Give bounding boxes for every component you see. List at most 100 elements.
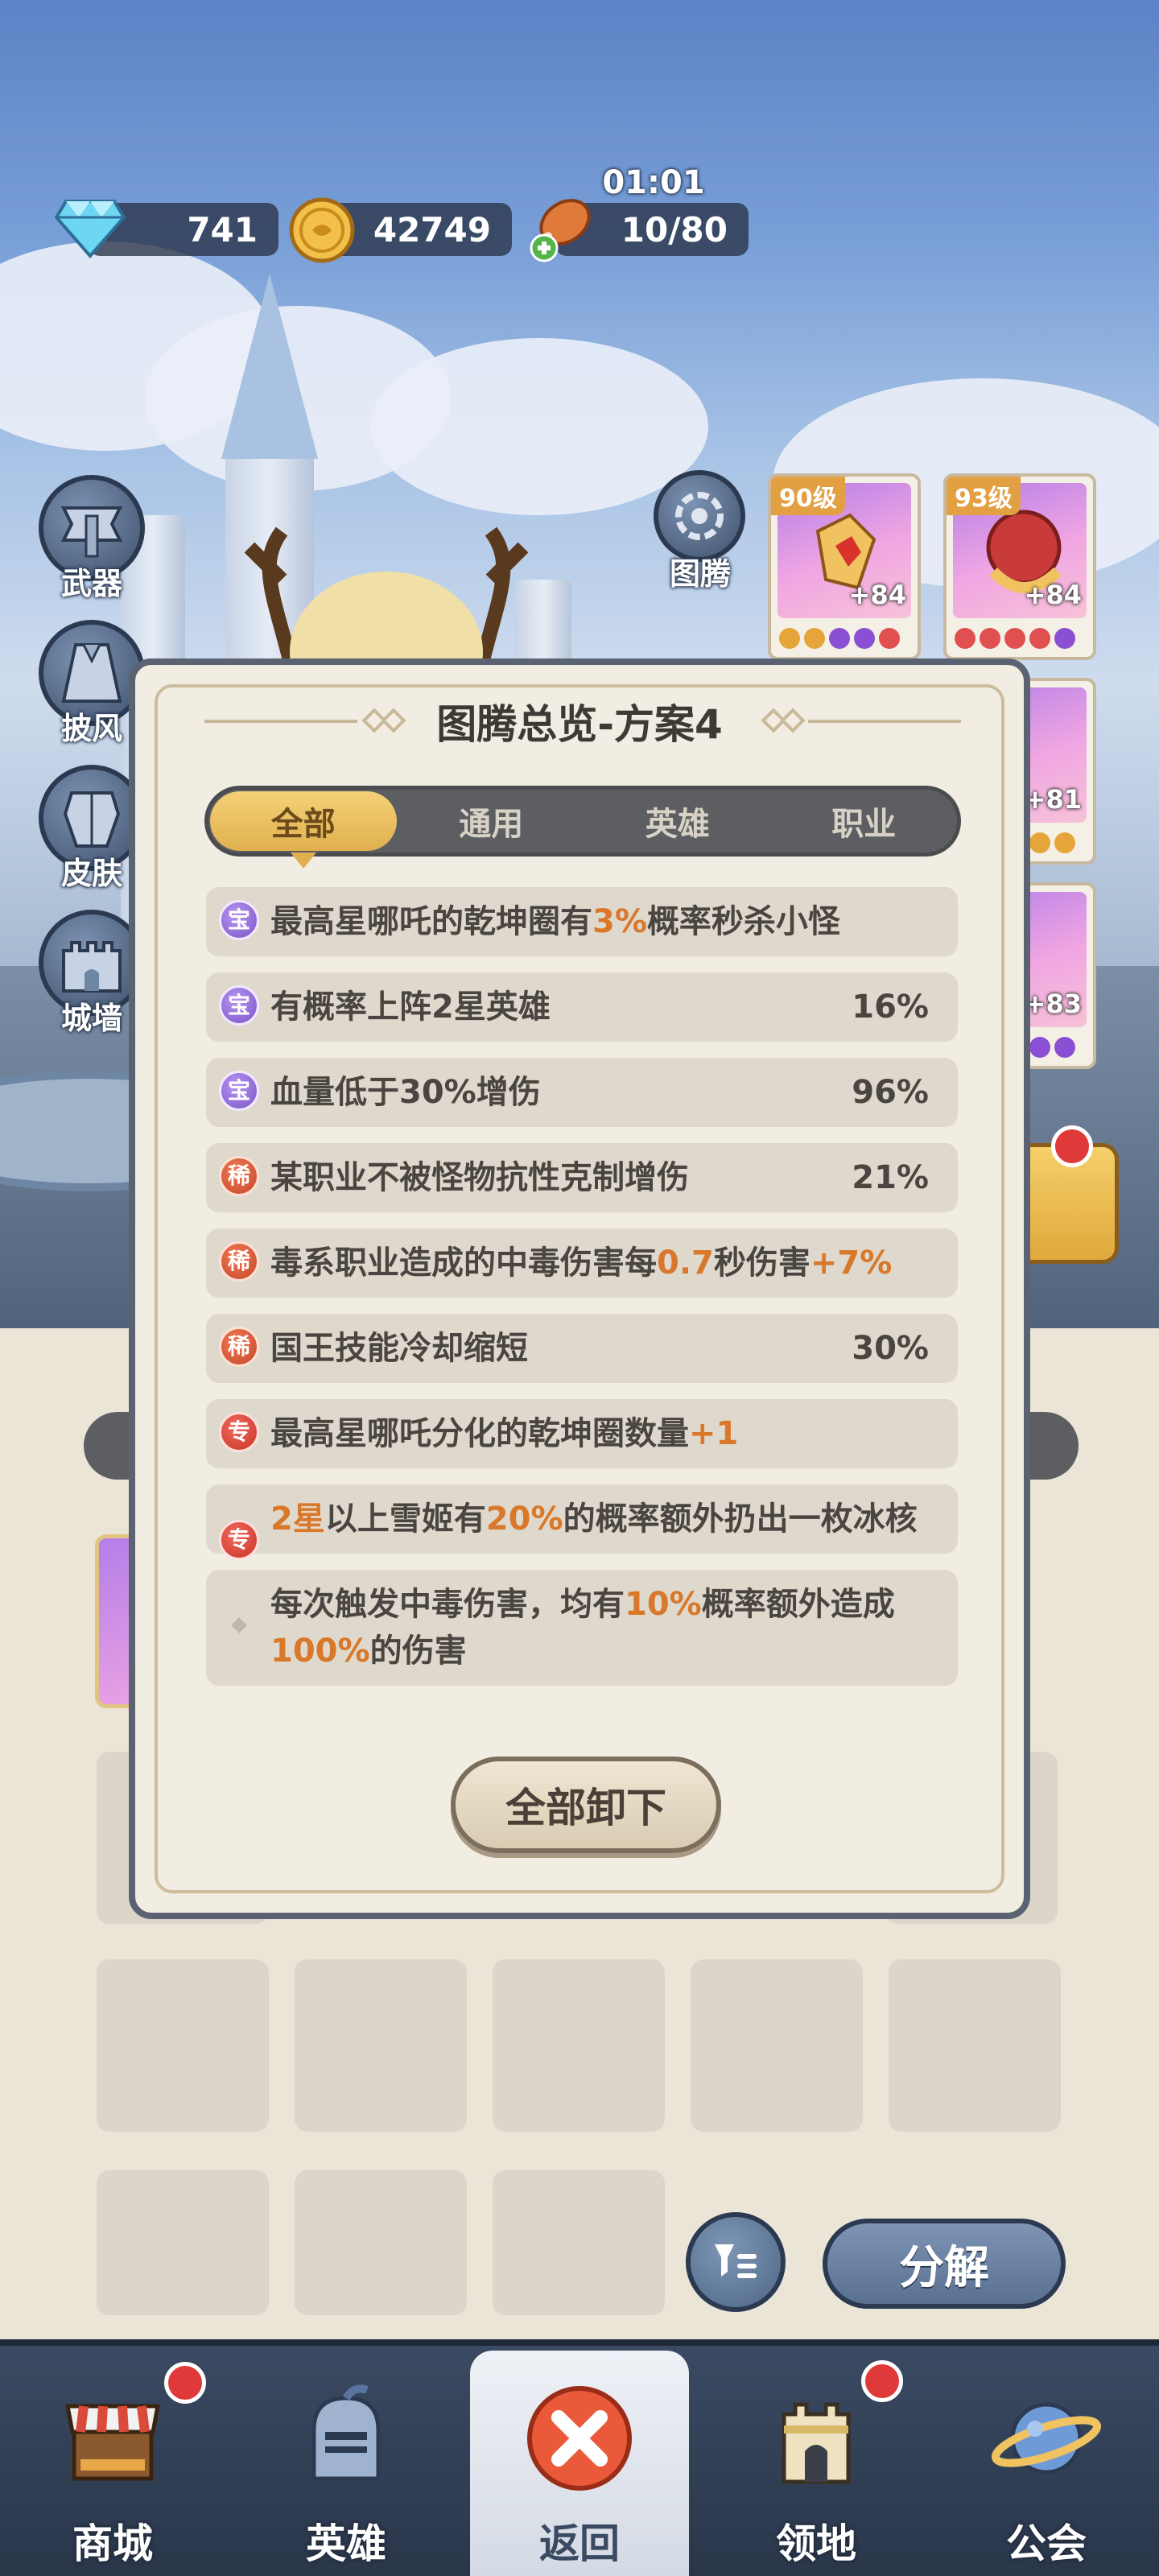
notification-dot — [164, 2362, 206, 2404]
effect-text: 以上雪姬有 — [324, 1501, 486, 1538]
effect-text: 的概率额外扔出一枚冰核 — [563, 1501, 918, 1538]
effect-text: 最高星哪吒分化的乾坤圈数量 — [270, 1415, 689, 1452]
rare-badge-icon: 稀 — [219, 1241, 259, 1282]
effect-text: 概率额外造成 — [701, 1586, 895, 1623]
inventory-slot[interactable] — [97, 2170, 269, 2315]
effect-row: 宝 血量低于30%增伤 96% — [206, 1058, 958, 1127]
effect-value: 21% — [852, 1159, 929, 1196]
totem-level: 90级 — [771, 477, 845, 515]
nav-label: 公会 — [1006, 2520, 1087, 2567]
treasure-badge-icon: 宝 — [219, 1071, 259, 1111]
totem-gear-icon — [654, 470, 745, 562]
filter-button[interactable] — [686, 2212, 786, 2312]
shop-stall-icon — [52, 2378, 173, 2499]
effect-highlight: 0.7 — [657, 1245, 714, 1282]
effect-value: 16% — [852, 989, 929, 1026]
effect-text: 概率秒杀小怪 — [646, 903, 840, 940]
inventory-slot[interactable] — [691, 1959, 863, 2132]
effect-row: 宝 最高星哪吒的乾坤圈有3%概率秒杀小怪 — [206, 887, 958, 956]
effect-text: 最高星哪吒的乾坤圈有 — [270, 903, 592, 940]
effect-highlight: +1 — [689, 1415, 739, 1452]
tab-class[interactable]: 职业 — [771, 790, 958, 852]
castle-spire — [221, 274, 318, 459]
tab-general[interactable]: 通用 — [398, 790, 585, 852]
totem-button-label: 图腾 — [669, 556, 731, 592]
totem-bonus: +84 — [848, 580, 906, 610]
knight-helmet-icon — [286, 2378, 406, 2499]
effect-list: 宝 最高星哪吒的乾坤圈有3%概率秒杀小怪 宝 有概率上阵2星英雄 16% 宝 血… — [206, 887, 958, 1702]
inventory-slot[interactable] — [889, 1959, 1061, 2132]
totem-bonus: +84 — [1024, 580, 1082, 610]
diamond-icon — [53, 196, 127, 261]
gold-count: 42749 — [373, 209, 491, 250]
close-x-icon — [519, 2378, 640, 2499]
effect-value: 30% — [852, 1330, 929, 1367]
nav-guild[interactable]: 公会 — [942, 2351, 1151, 2576]
filter-list-icon — [715, 2244, 757, 2278]
treasure-badge-icon: 宝 — [219, 985, 259, 1026]
notification-dot — [861, 2360, 903, 2402]
totem-button[interactable]: 图腾 — [649, 470, 752, 592]
nav-back[interactable]: 返回 — [470, 2351, 689, 2576]
effect-highlight: 3% — [592, 903, 647, 940]
inventory-slot[interactable] — [493, 2170, 665, 2315]
hero-character — [244, 526, 529, 676]
inventory-slot[interactable] — [493, 1959, 665, 2132]
effect-row: 每次触发中毒伤害，均有10%概率额外造成 100%的伤害 — [206, 1570, 958, 1686]
stamina-count: 10/80 — [621, 209, 728, 250]
effect-row: 稀 毒系职业造成的中毒伤害每0.7秒伤害+7% — [206, 1228, 958, 1298]
tab-all[interactable]: 全部 — [210, 791, 397, 869]
side-button-weapon[interactable]: 武器 — [35, 475, 148, 601]
effect-text: 血量低于30%增伤 — [270, 1074, 541, 1111]
tab-hero[interactable]: 英雄 — [584, 790, 771, 852]
effect-text: 每次触发中毒伤害，均有 — [270, 1586, 625, 1623]
decompose-button[interactable]: 分解 — [823, 2219, 1066, 2309]
effect-text: 的伤害 — [369, 1633, 467, 1670]
unload-all-button[interactable]: 全部卸下 — [451, 1757, 721, 1853]
stamina-timer: 01:01 — [602, 164, 705, 201]
gold-coin-icon — [288, 196, 356, 264]
totem-overview-modal: 图腾总览-方案4 全部 通用 英雄 职业 宝 最高星哪吒的乾坤圈有3%概率秒杀小… — [129, 658, 1030, 1919]
effect-row: 稀 国王技能冷却缩短 30% — [206, 1314, 958, 1383]
totem-slots — [779, 628, 900, 649]
nav-label: 返回 — [539, 2520, 620, 2567]
nav-hero[interactable]: 英雄 — [241, 2351, 451, 2576]
diamond-bullet-icon — [219, 1605, 259, 1645]
effect-highlight: 2星 — [270, 1501, 325, 1538]
rare-badge-icon: 稀 — [219, 1156, 259, 1196]
inventory-slot[interactable] — [97, 1959, 269, 2132]
effect-text: 国王技能冷却缩短 — [270, 1330, 528, 1367]
totem-bonus: +83 — [1024, 989, 1082, 1019]
effect-row: 宝 有概率上阵2星英雄 16% — [206, 972, 958, 1042]
inventory-slot[interactable] — [295, 1959, 467, 2132]
exclusive-badge-icon: 专 — [219, 1520, 259, 1560]
rare-badge-icon: 稀 — [219, 1327, 259, 1367]
effect-row: 专 2星以上雪姬有20%的概率额外扔出一枚冰核 — [206, 1484, 958, 1560]
effect-row: 专 最高星哪吒分化的乾坤圈数量+1 — [206, 1399, 958, 1468]
diamond-count: 741 — [187, 209, 258, 250]
totem-card[interactable]: 93级 +84 — [943, 473, 1096, 660]
totem-bonus: +81 — [1024, 784, 1082, 815]
meat-plus-icon[interactable] — [520, 190, 597, 267]
effect-highlight: 10% — [625, 1586, 702, 1623]
planet-icon — [986, 2378, 1107, 2499]
effect-text: 某职业不被怪物抗性克制增伤 — [270, 1159, 689, 1196]
filter-tabs: 全部 通用 英雄 职业 — [204, 786, 961, 869]
effect-text: 毒系职业造成的中毒伤害每 — [270, 1245, 657, 1282]
effect-highlight: +7% — [810, 1245, 893, 1282]
effect-value: 96% — [852, 1074, 929, 1111]
totem-slots — [955, 628, 1075, 649]
exclusive-badge-icon: 专 — [219, 1412, 259, 1452]
effect-highlight: 20% — [485, 1501, 563, 1538]
totem-level: 93级 — [947, 477, 1021, 515]
effect-text: 有概率上阵2星英雄 — [270, 989, 551, 1026]
totem-card[interactable]: 90级 +84 — [768, 473, 921, 660]
effect-row: 稀 某职业不被怪物抗性克制增伤 21% — [206, 1143, 958, 1212]
notification-dot — [1051, 1125, 1093, 1167]
title-divider — [808, 720, 961, 723]
effect-highlight: 100% — [270, 1633, 370, 1670]
nav-label: 商城 — [72, 2520, 153, 2567]
treasure-badge-icon: 宝 — [219, 900, 259, 940]
nav-label: 领地 — [776, 2520, 856, 2567]
inventory-slot[interactable] — [295, 2170, 467, 2315]
